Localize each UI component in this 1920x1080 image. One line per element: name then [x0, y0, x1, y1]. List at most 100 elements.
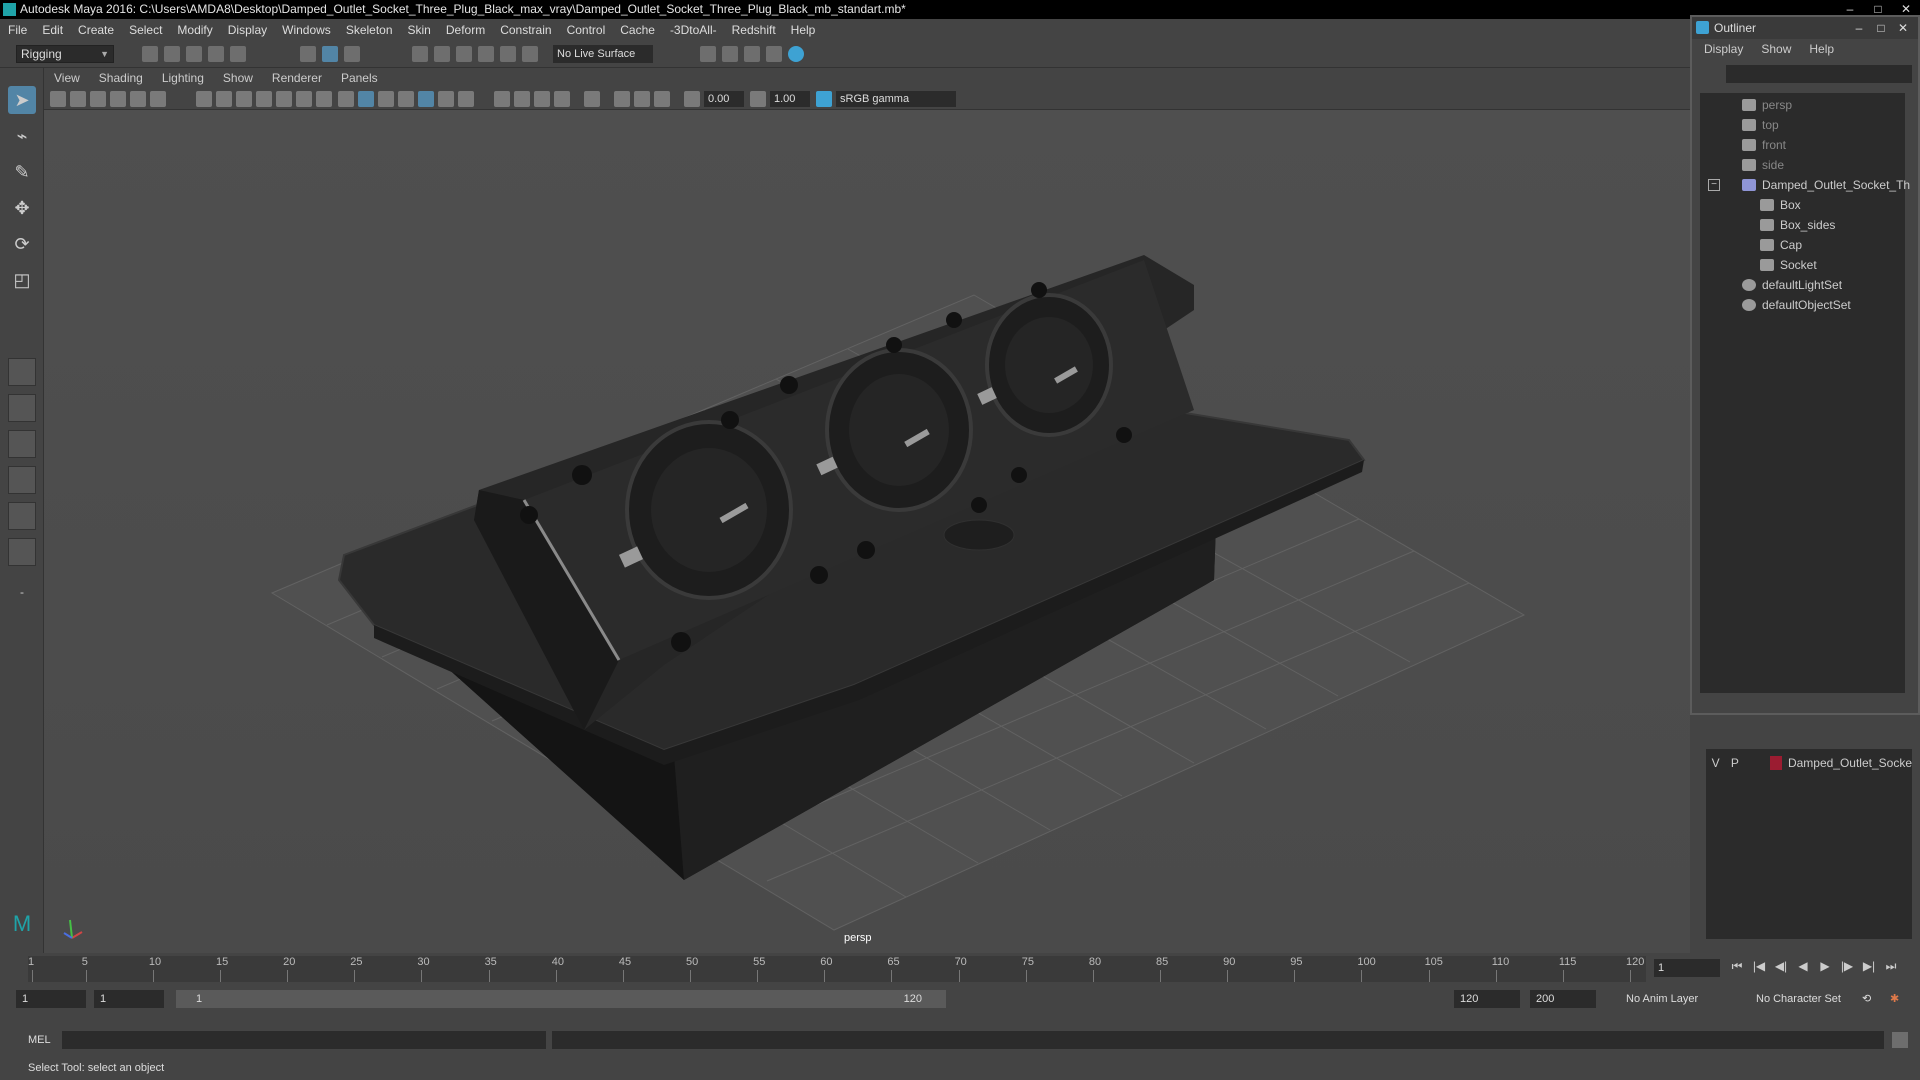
menu-constrain[interactable]: Constrain [500, 23, 551, 37]
range-slider[interactable]: 1 120 [176, 990, 946, 1008]
playback-start-field[interactable]: 1 [94, 990, 164, 1008]
menu-modify[interactable]: Modify [177, 23, 212, 37]
select-tool-icon[interactable]: ➤ [8, 86, 36, 114]
play-forwards-icon[interactable]: ▶ [1814, 959, 1836, 974]
outliner-maximize-button[interactable]: □ [1870, 17, 1892, 39]
menu-3dtoall[interactable]: -3DtoAll- [670, 23, 717, 37]
wireframe-icon[interactable] [338, 91, 354, 107]
select-object-icon[interactable] [322, 46, 338, 62]
outliner-item-group[interactable]: − Damped_Outlet_Socket_Th [1708, 175, 1910, 195]
step-back-key-icon[interactable]: |◀ [1748, 959, 1770, 974]
persp-uv-layout-icon[interactable] [8, 538, 36, 566]
isolate-select-icon[interactable] [584, 91, 600, 107]
persp-outliner-layout-icon[interactable] [8, 430, 36, 458]
panel-menu-lighting[interactable]: Lighting [162, 71, 204, 85]
gamma-field[interactable]: 1.00 [770, 91, 810, 107]
menu-edit[interactable]: Edit [42, 23, 63, 37]
undo-icon[interactable] [208, 46, 224, 62]
single-perspective-layout-icon[interactable] [8, 358, 36, 386]
layout-more-icon[interactable]: - [8, 578, 36, 606]
live-surface-field[interactable]: No Live Surface [553, 45, 653, 63]
menu-windows[interactable]: Windows [282, 23, 331, 37]
menu-deform[interactable]: Deform [446, 23, 485, 37]
open-scene-icon[interactable] [164, 46, 180, 62]
snap-grid-icon[interactable] [412, 46, 428, 62]
go-to-end-icon[interactable]: ⏭ [1880, 959, 1902, 974]
screen-space-ao-icon[interactable] [514, 91, 530, 107]
layer-row[interactable]: V P Damped_Outlet_Socke [1706, 753, 1912, 773]
gamma-icon[interactable] [750, 91, 766, 107]
script-editor-icon[interactable] [1892, 1032, 1908, 1048]
outliner-menu-display[interactable]: Display [1704, 42, 1743, 56]
current-frame-field[interactable]: 1 [1654, 959, 1720, 977]
exposure-icon[interactable] [684, 91, 700, 107]
save-scene-icon[interactable] [186, 46, 202, 62]
motion-blur-icon[interactable] [534, 91, 550, 107]
redo-icon[interactable] [230, 46, 246, 62]
rotate-tool-icon[interactable]: ⟳ [8, 230, 36, 258]
smooth-shade-icon[interactable] [358, 91, 374, 107]
bookmark-icon[interactable] [90, 91, 106, 107]
auto-key-icon[interactable]: ⟲ [1862, 990, 1871, 1008]
panel-menu-panels[interactable]: Panels [341, 71, 378, 85]
preferences-icon[interactable]: ✱ [1890, 990, 1899, 1008]
grid-icon[interactable] [196, 91, 212, 107]
menu-cache[interactable]: Cache [620, 23, 655, 37]
panel-menu-renderer[interactable]: Renderer [272, 71, 322, 85]
render-settings-icon[interactable] [766, 46, 782, 62]
layer-visibility-toggle[interactable]: V [1706, 756, 1725, 770]
playback-end-field[interactable]: 120 [1454, 990, 1520, 1008]
resolution-gate-icon[interactable] [236, 91, 252, 107]
mel-label[interactable]: MEL [28, 1032, 51, 1048]
animation-start-field[interactable]: 1 [16, 990, 86, 1008]
menu-file[interactable]: File [8, 23, 27, 37]
outliner-item-box-sides[interactable]: Box_sides [1760, 215, 1835, 235]
exposure-field[interactable]: 0.00 [704, 91, 744, 107]
outliner-item-front[interactable]: front [1742, 135, 1786, 155]
menu-skeleton[interactable]: Skeleton [346, 23, 393, 37]
render-view-icon[interactable] [700, 46, 716, 62]
select-hierarchy-icon[interactable] [300, 46, 316, 62]
lasso-tool-icon[interactable]: ⌁ [8, 122, 36, 150]
safe-title-icon[interactable] [316, 91, 332, 107]
time-ruler[interactable]: 1 5 10 15 20 25 30 35 40 45 50 55 60 65 70 75 80 85 90 95 10… [28, 956, 1646, 982]
outliner-item-default-light-set[interactable]: defaultLightSet [1742, 275, 1842, 295]
menu-control[interactable]: Control [567, 23, 606, 37]
collapse-icon[interactable]: − [1708, 179, 1720, 191]
camera-lock-icon[interactable] [654, 91, 670, 107]
outliner-search-input[interactable] [1726, 65, 1912, 83]
camera-attributes-icon[interactable] [70, 91, 86, 107]
menu-help[interactable]: Help [791, 23, 816, 37]
four-view-layout-icon[interactable] [8, 394, 36, 422]
wireframe-on-shaded-icon[interactable] [398, 91, 414, 107]
layer-playback-toggle[interactable]: P [1725, 756, 1744, 770]
character-set-dropdown[interactable]: No Character Set [1756, 990, 1841, 1008]
new-scene-icon[interactable] [142, 46, 158, 62]
xray-joints-icon[interactable] [438, 91, 454, 107]
2d-pan-zoom-icon[interactable] [130, 91, 146, 107]
persp-graph-layout-icon[interactable] [8, 466, 36, 494]
hypershade-icon[interactable] [788, 46, 804, 62]
use-default-material-icon[interactable] [378, 91, 394, 107]
animation-end-field[interactable]: 200 [1530, 990, 1596, 1008]
safe-action-icon[interactable] [296, 91, 312, 107]
outliner-item-side[interactable]: side [1742, 155, 1784, 175]
3d-viewport[interactable]: persp [44, 110, 1690, 953]
outliner-item-cap[interactable]: Cap [1760, 235, 1802, 255]
outliner-minimize-button[interactable]: ‒ [1848, 17, 1870, 39]
outliner-item-top[interactable]: top [1742, 115, 1779, 135]
outliner-item-socket[interactable]: Socket [1760, 255, 1817, 275]
gate-mask-icon[interactable] [256, 91, 272, 107]
outliner-item-box[interactable]: Box [1760, 195, 1801, 215]
snap-live-icon[interactable] [500, 46, 516, 62]
outliner-item-default-object-set[interactable]: defaultObjectSet [1742, 295, 1851, 315]
image-plane-icon[interactable] [110, 91, 126, 107]
panel-menu-shading[interactable]: Shading [99, 71, 143, 85]
color-management-icon[interactable] [816, 91, 832, 107]
panel-menu-show[interactable]: Show [223, 71, 253, 85]
anti-aliasing-icon[interactable] [554, 91, 570, 107]
menu-create[interactable]: Create [78, 23, 114, 37]
outliner-close-button[interactable]: ✕ [1892, 17, 1914, 39]
field-chart-icon[interactable] [276, 91, 292, 107]
step-back-frame-icon[interactable]: ◀| [1770, 959, 1792, 974]
